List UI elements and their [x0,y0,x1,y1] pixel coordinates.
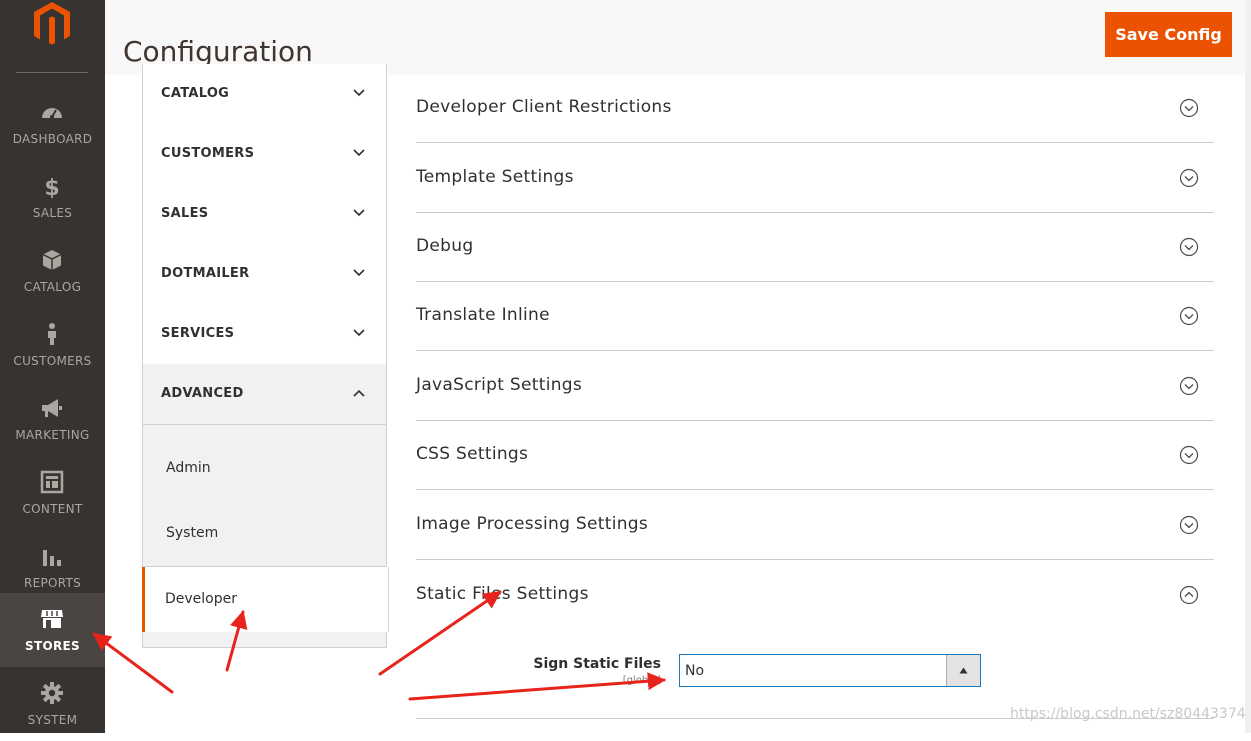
section-title: Image Processing Settings [416,514,649,534]
storefront-icon [41,610,63,628]
select-value: No [685,663,705,679]
chevron-circle-down-icon [1179,376,1199,396]
section-developer-client-restrictions[interactable]: Developer Client Restrictions [416,73,1214,143]
chevron-circle-down-icon [1179,237,1199,257]
nav-label: SALES [32,206,73,220]
admin-sidebar: DASHBOARD $ SALES CATALOG CUSTOMERS MARK… [0,0,105,733]
tab-item-developer[interactable]: Developer [142,567,389,632]
nav-label: SYSTEM [27,713,78,727]
nav-label: CATALOG [23,280,82,294]
section-javascript-settings[interactable]: JavaScript Settings [416,351,1214,421]
triangle-up-icon [959,667,968,674]
chevron-up-icon [353,389,365,397]
page-scrollbar[interactable] [1245,0,1251,733]
nav-label: DASHBOARD [12,132,93,146]
section-static-files-settings[interactable]: Static Files Settings [416,560,1214,629]
section-title: JavaScript Settings [416,375,583,395]
tab-group-label: ADVANCED [161,386,244,401]
save-config-button[interactable]: Save Config [1105,12,1232,57]
chevron-down-icon [353,269,365,277]
tab-item-system[interactable]: System [142,490,387,567]
tabs-footer [142,632,387,648]
svg-text:$: $ [44,176,59,198]
section-image-processing-settings[interactable]: Image Processing Settings [416,490,1214,560]
person-icon [48,323,56,345]
chevron-circle-down-icon [1179,306,1199,326]
section-translate-inline[interactable]: Translate Inline [416,281,1214,351]
nav-item-marketing[interactable]: MARKETING [0,382,105,456]
megaphone-icon [42,399,62,417]
tab-item-label: Admin [166,460,211,476]
nav-item-customers[interactable]: CUSTOMERS [0,308,105,382]
tab-group-label: SERVICES [161,326,235,341]
bar-chart-icon [43,550,61,566]
tab-group-label: SALES [161,206,209,221]
nav-item-dashboard[interactable]: DASHBOARD [0,86,105,160]
select-toggle[interactable] [946,655,980,686]
layout-icon [40,470,64,494]
chevron-down-icon [353,89,365,97]
nav-label: CONTENT [22,502,83,516]
tab-item-label: System [166,525,219,541]
chevron-down-icon [353,329,365,337]
section-title: Template Settings [416,167,574,187]
config-tabs: CATALOG CUSTOMERS SALES DOTMAILER SERVIC… [142,64,389,648]
chevron-circle-down-icon [1179,445,1199,465]
nav-item-catalog[interactable]: CATALOG [0,234,105,308]
chevron-circle-up-icon [1179,585,1199,605]
sign-static-files-select[interactable]: No [679,654,981,687]
tab-group-services[interactable]: SERVICES [142,304,387,365]
tab-group-advanced[interactable]: ADVANCED [142,364,387,425]
scope-label: [global] [622,675,661,686]
section-title: Translate Inline [416,305,550,325]
nav-item-content[interactable]: CONTENT [0,456,105,530]
section-template-settings[interactable]: Template Settings [416,143,1214,213]
nav-item-sales[interactable]: $ SALES [0,160,105,234]
tab-group-catalog[interactable]: CATALOG [142,64,387,125]
gear-icon [41,682,63,704]
box-icon [42,250,62,270]
tab-group-dotmailer[interactable]: DOTMAILER [142,244,387,305]
tab-group-label: CATALOG [161,86,230,101]
nav-divider [16,72,88,73]
nav-label: STORES [25,639,80,653]
page-title: Configuration [123,34,313,68]
nav-item-system[interactable]: SYSTEM [0,667,105,741]
section-debug[interactable]: Debug [416,212,1214,282]
tab-group-customers[interactable]: CUSTOMERS [142,124,387,185]
chevron-down-icon [353,149,365,157]
magento-logo-icon[interactable] [30,0,74,46]
dashboard-icon [42,108,62,119]
tab-item-admin[interactable]: Admin [142,425,387,490]
nav-item-stores[interactable]: STORES [0,593,105,667]
chevron-circle-down-icon [1179,515,1199,535]
tab-group-label: DOTMAILER [161,266,250,281]
chevron-down-icon [353,209,365,217]
section-css-settings[interactable]: CSS Settings [416,420,1214,490]
section-title: Debug [416,236,474,256]
section-title: Developer Client Restrictions [416,97,672,117]
watermark: https://blog.csdn.net/sz80443374 [1010,706,1246,722]
nav-label: CUSTOMERS [13,354,92,368]
dollar-icon: $ [44,176,59,198]
tab-item-label: Developer [165,591,238,607]
nav-label: REPORTS [23,576,82,590]
nav-label: MARKETING [15,428,90,442]
section-title: CSS Settings [416,444,529,464]
sign-static-files-label: Sign Static Files [533,656,661,672]
section-title: Static Files Settings [416,584,589,604]
tab-group-sales[interactable]: SALES [142,184,387,245]
chevron-circle-down-icon [1179,168,1199,188]
tab-group-label: CUSTOMERS [161,146,255,161]
chevron-circle-down-icon [1179,98,1199,118]
